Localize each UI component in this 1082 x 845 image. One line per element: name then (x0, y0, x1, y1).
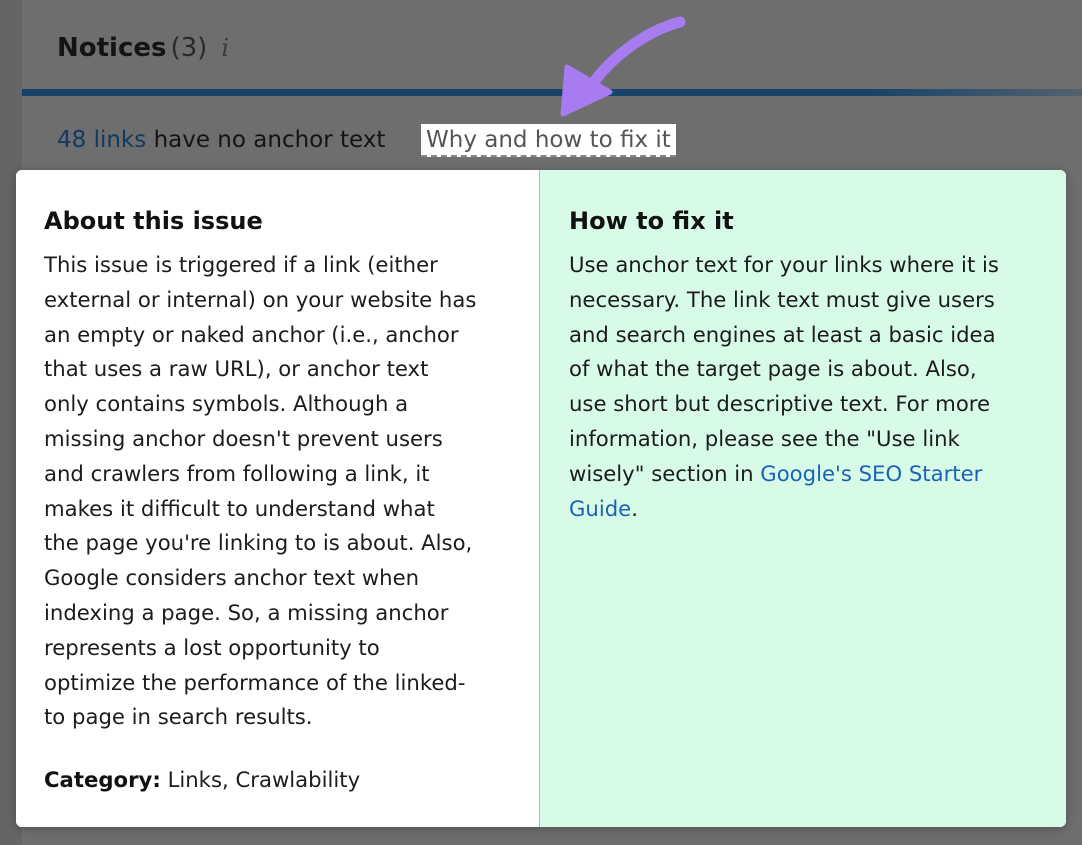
fix-line-text: wisely" section in (569, 460, 761, 486)
about-line: external or internal) on your website ha… (44, 286, 477, 312)
fix-line: Guide. (569, 492, 1049, 527)
category-value: Links, Crawlability (167, 767, 361, 792)
pointer-arrow-icon (560, 16, 686, 117)
issue-category: Category: Links, Crawlability (44, 763, 360, 797)
notices-title: Notices (3) i (57, 30, 229, 66)
fix-line: necessary. The link text must give users (569, 286, 995, 312)
fix-line: of what the target page is about. Also, (569, 356, 977, 382)
notices-label: Notices (57, 33, 167, 63)
fix-line: Use anchor text for your links where it … (569, 252, 999, 277)
how-to-fix-title: How to fix it (569, 207, 734, 235)
seo-starter-guide-link-continued[interactable]: Guide (569, 496, 631, 521)
how-to-fix-text: Use anchor text for your links where it … (569, 248, 1049, 526)
about-line: missing anchor doesn't prevent users (44, 425, 443, 451)
issue-description: have no anchor text (153, 127, 386, 153)
about-line: that uses a raw URL), or anchor text (44, 356, 429, 382)
about-line: an empty or naked anchor (i.e., anchor (44, 321, 459, 347)
notices-count: (3) (170, 33, 208, 63)
about-line: and crawlers from following a link, it (44, 460, 430, 486)
about-line: only contains symbols. Although a (44, 391, 409, 417)
seo-starter-guide-link[interactable]: Google's SEO Starter (760, 461, 982, 486)
fix-line: use short but descriptive text. For more (569, 391, 991, 417)
about-issue-title: About this issue (44, 207, 263, 235)
about-issue-panel: About this issue This issue is triggered… (16, 170, 540, 827)
fix-line: wisely" section in Google's SEO Starter (569, 457, 1049, 492)
issue-row: 48 links have no anchor text (57, 125, 385, 155)
about-line: optimize the performance of the linked- (44, 669, 466, 695)
why-and-how-to-fix-link[interactable]: Why and how to fix it (421, 124, 676, 157)
about-line: makes it difficult to understand what (44, 495, 435, 521)
issue-count-link[interactable]: 48 links (57, 127, 146, 153)
category-label: Category: (44, 767, 161, 792)
about-line: represents a lost opportunity to (44, 634, 380, 660)
about-line: Google considers anchor text when (44, 565, 420, 591)
how-to-fix-panel: How to fix it Use anchor text for your l… (540, 170, 1066, 827)
about-line: This issue is triggered if a link (eithe… (44, 252, 438, 277)
about-line: indexing a page. So, a missing anchor (44, 599, 449, 625)
about-line: to page in search results. (44, 704, 313, 730)
info-icon[interactable]: i (221, 30, 229, 66)
fix-line: information, please see the "Use link (569, 425, 960, 451)
fix-end-punct: . (631, 495, 638, 521)
about-issue-text: This issue is triggered if a link (eithe… (44, 248, 526, 735)
issue-details-popup: About this issue This issue is triggered… (16, 170, 1066, 827)
fix-line: and search engines at least a basic idea (569, 321, 996, 347)
about-line: the page you're linking to is about. Als… (44, 530, 473, 556)
